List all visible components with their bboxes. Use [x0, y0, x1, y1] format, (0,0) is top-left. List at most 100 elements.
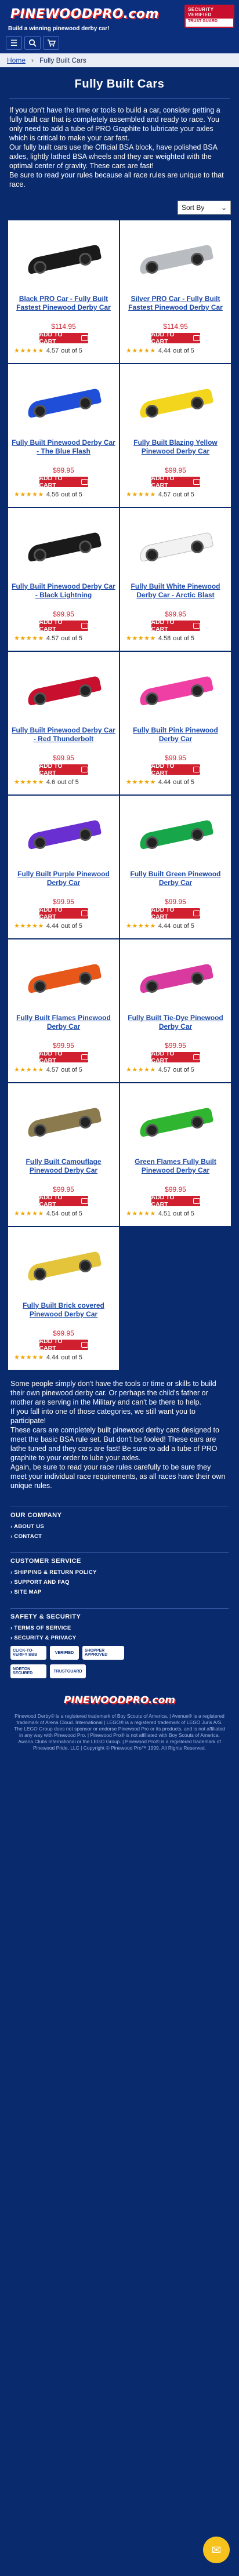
- product-card[interactable]: Fully Built Camouflage Pinewood Derby Ca…: [8, 1083, 119, 1226]
- cart-button[interactable]: [43, 36, 59, 50]
- norton-badge[interactable]: NORTON SECURED: [10, 1664, 46, 1678]
- add-to-cart-button[interactable]: ADD TO CART: [39, 1194, 88, 1208]
- cart-icon: [81, 1198, 88, 1204]
- product-name-link[interactable]: Fully Built Camouflage Pinewood Derby Ca…: [12, 1158, 115, 1184]
- product-card[interactable]: Fully Built Green Pinewood Derby Car $99…: [120, 796, 231, 938]
- add-to-cart-button[interactable]: ADD TO CART: [151, 619, 200, 633]
- cart-icon: [81, 479, 88, 485]
- footer-link-privacy[interactable]: SECURITY & PRIVACY: [10, 1635, 229, 1641]
- product-rating: ★★★★★ 4.57 out of 5: [124, 1066, 227, 1074]
- add-to-cart-button[interactable]: ADD TO CART: [39, 763, 88, 777]
- product-name-link[interactable]: Fully Built Flames Pinewood Derby Car: [12, 1014, 115, 1040]
- chat-icon: ✉: [211, 2544, 222, 2557]
- product-image[interactable]: [12, 514, 115, 578]
- footer-link-contact[interactable]: CONTACT: [10, 1533, 229, 1540]
- footer-heading: OUR COMPANY: [10, 1512, 62, 1519]
- product-card[interactable]: Fully Built Pinewood Derby Car - The Blu…: [8, 364, 119, 507]
- add-to-cart-button[interactable]: ADD TO CART: [151, 475, 200, 489]
- product-rating: ★★★★★ 4.58 out of 5: [124, 634, 227, 643]
- product-image[interactable]: [124, 801, 227, 865]
- bbb-badge[interactable]: CLICK-TO-VERIFY BBB: [10, 1646, 46, 1660]
- product-image[interactable]: [124, 370, 227, 434]
- security-badge[interactable]: SECURITY VERIFIED TRUST GUARD: [184, 5, 234, 28]
- footer-link-support[interactable]: SUPPORT AND FAQ: [10, 1579, 229, 1585]
- product-card[interactable]: Fully Built Pinewood Derby Car - Red Thu…: [8, 652, 119, 794]
- chat-button[interactable]: ✉: [203, 2537, 230, 2563]
- product-name-link[interactable]: Fully Built Pinewood Derby Car - Black L…: [12, 582, 115, 608]
- add-to-cart-label: ADD TO CART: [151, 763, 175, 777]
- add-to-cart-button[interactable]: ADD TO CART: [151, 1194, 200, 1208]
- product-card[interactable]: Fully Built White Pinewood Derby Car - A…: [120, 508, 231, 651]
- add-to-cart-button[interactable]: ADD TO CART: [39, 906, 88, 920]
- product-card[interactable]: Silver PRO Car - Fully Built Fastest Pin…: [120, 220, 231, 363]
- add-to-cart-button[interactable]: ADD TO CART: [39, 331, 88, 345]
- shopper-approved-badge[interactable]: SHOPPER APPROVED: [82, 1646, 124, 1660]
- product-name-link[interactable]: Fully Built Pink Pinewood Derby Car: [124, 726, 227, 752]
- add-to-cart-button[interactable]: ADD TO CART: [151, 1050, 200, 1064]
- product-card[interactable]: Fully Built Blazing Yellow Pinewood Derb…: [120, 364, 231, 507]
- product-image[interactable]: [12, 945, 115, 1009]
- product-image[interactable]: [12, 1233, 115, 1297]
- product-image[interactable]: [12, 658, 115, 721]
- product-name-link[interactable]: Fully Built Purple Pinewood Derby Car: [12, 870, 115, 896]
- product-price: $99.95: [165, 898, 186, 906]
- footer-link-shipping[interactable]: SHIPPING & RETURN POLICY: [10, 1569, 229, 1576]
- product-name-link[interactable]: Silver PRO Car - Fully Built Fastest Pin…: [124, 295, 227, 321]
- search-button[interactable]: [24, 36, 41, 50]
- site-logo[interactable]: PINEWOODPRO.com: [6, 3, 158, 23]
- product-card[interactable]: Fully Built Pink Pinewood Derby Car $99.…: [120, 652, 231, 794]
- add-to-cart-button[interactable]: ADD TO CART: [39, 475, 88, 489]
- product-name-link[interactable]: Black PRO Car - Fully Built Fastest Pine…: [12, 295, 115, 321]
- product-image[interactable]: [12, 801, 115, 865]
- breadcrumb-home-link[interactable]: Home: [7, 56, 26, 64]
- product-name-link[interactable]: Fully Built Brick covered Pinewood Derby…: [12, 1301, 115, 1327]
- product-name-link[interactable]: Fully Built White Pinewood Derby Car - A…: [124, 582, 227, 608]
- cart-icon: [47, 39, 56, 46]
- product-card[interactable]: Fully Built Tie-Dye Pinewood Derby Car $…: [120, 939, 231, 1082]
- add-to-cart-label: ADD TO CART: [39, 619, 63, 633]
- product-image[interactable]: [12, 226, 115, 290]
- add-to-cart-button[interactable]: ADD TO CART: [39, 1338, 88, 1352]
- product-price: $99.95: [53, 898, 74, 906]
- product-image[interactable]: [124, 514, 227, 578]
- product-name-link[interactable]: Fully Built Pinewood Derby Car - The Blu…: [12, 438, 115, 465]
- product-card[interactable]: Fully Built Purple Pinewood Derby Car $9…: [8, 796, 119, 938]
- product-image[interactable]: [12, 1089, 115, 1153]
- rating-out-of: out of 5: [61, 491, 82, 498]
- car-wheel: [78, 397, 92, 409]
- product-image[interactable]: [12, 370, 115, 434]
- product-name-link[interactable]: Green Flames Fully Built Pinewood Derby …: [124, 1158, 227, 1184]
- product-card[interactable]: Fully Built Pinewood Derby Car - Black L…: [8, 508, 119, 651]
- product-rating: ★★★★★ 4.6 out of 5: [12, 778, 115, 786]
- product-name-link[interactable]: Fully Built Green Pinewood Derby Car: [124, 870, 227, 896]
- add-to-cart-button[interactable]: ADD TO CART: [39, 1050, 88, 1064]
- verified-badge[interactable]: VERIFIED: [50, 1646, 79, 1660]
- add-to-cart-button[interactable]: ADD TO CART: [151, 331, 200, 345]
- sort-by-select[interactable]: Sort By ⌄: [178, 201, 231, 215]
- product-card[interactable]: Fully Built Brick covered Pinewood Derby…: [8, 1227, 119, 1370]
- product-card[interactable]: Fully Built Flames Pinewood Derby Car $9…: [8, 939, 119, 1082]
- add-to-cart-button[interactable]: ADD TO CART: [151, 763, 200, 777]
- product-name-link[interactable]: Fully Built Blazing Yellow Pinewood Derb…: [124, 438, 227, 465]
- product-image[interactable]: [124, 658, 227, 721]
- footer-section-customer-service: CUSTOMER SERVICE SHIPPING & RETURN POLIC…: [10, 1552, 229, 1602]
- add-to-cart-button[interactable]: ADD TO CART: [151, 906, 200, 920]
- rating-out-of: out of 5: [61, 1066, 82, 1073]
- footer-link-terms[interactable]: TERMS OF SERVICE: [10, 1625, 229, 1631]
- rating-value: 4.57: [46, 347, 59, 354]
- product-card[interactable]: Black PRO Car - Fully Built Fastest Pine…: [8, 220, 119, 363]
- product-price: $99.95: [53, 1329, 74, 1337]
- footer-logo[interactable]: PINEWOODPRO.com: [10, 1695, 229, 1706]
- product-card[interactable]: Green Flames Fully Built Pinewood Derby …: [120, 1083, 231, 1226]
- site-footer: OUR COMPANY ABOUT US CONTACT CUSTOMER SE…: [0, 1507, 239, 1769]
- footer-link-sitemap[interactable]: SITE MAP: [10, 1589, 229, 1595]
- menu-button[interactable]: ☰: [6, 36, 22, 50]
- product-image[interactable]: [124, 945, 227, 1009]
- add-to-cart-button[interactable]: ADD TO CART: [39, 619, 88, 633]
- product-image[interactable]: [124, 1089, 227, 1153]
- product-name-link[interactable]: Fully Built Tie-Dye Pinewood Derby Car: [124, 1014, 227, 1040]
- trustguard-badge[interactable]: TRUSTGUARD: [50, 1664, 86, 1678]
- product-name-link[interactable]: Fully Built Pinewood Derby Car - Red Thu…: [12, 726, 115, 752]
- product-image[interactable]: [124, 226, 227, 290]
- footer-link-about[interactable]: ABOUT US: [10, 1523, 229, 1530]
